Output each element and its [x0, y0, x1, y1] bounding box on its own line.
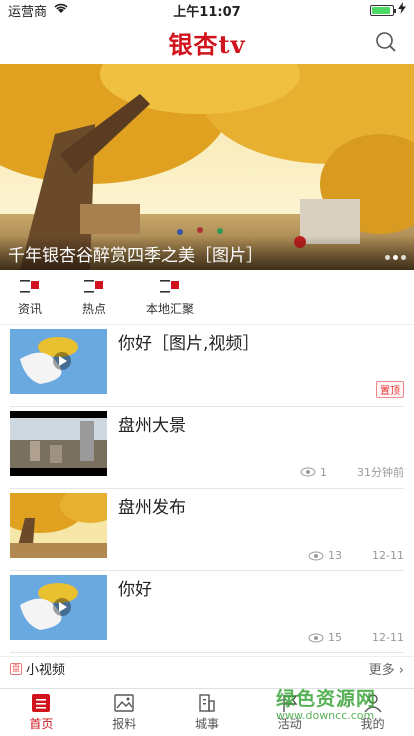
building-icon	[199, 694, 215, 712]
tab-city[interactable]: 城事	[166, 689, 249, 736]
views-count: 1	[320, 465, 327, 479]
views-count: 13	[328, 549, 343, 562]
news-item[interactable]: 你好［图片,视频］ 置顶	[10, 325, 404, 407]
short-video-title: 小视频	[26, 663, 66, 678]
tab-label: 我的	[360, 717, 385, 731]
hot-icon	[83, 278, 105, 294]
tab-label: 报料	[112, 717, 137, 731]
carrier-label: 运营商	[8, 4, 48, 20]
news-item[interactable]: 盘州发布 13 12-11	[10, 489, 404, 571]
battery-icon	[370, 4, 396, 16]
quick-nav-local[interactable]: 本地汇聚	[146, 272, 194, 324]
quick-nav-label: 本地汇聚	[146, 302, 195, 316]
search-icon[interactable]	[374, 30, 398, 54]
carousel-dot[interactable]	[393, 255, 398, 260]
eye-icon	[308, 633, 324, 642]
status-bar: 运营商 上午11:07	[0, 0, 414, 20]
local-icon	[159, 278, 181, 294]
quick-nav-news[interactable]: 资讯	[18, 272, 42, 324]
news-views: 13	[308, 549, 342, 562]
home-icon	[32, 694, 51, 712]
status-left: 运营商	[8, 1, 69, 20]
tab-label: 活动	[277, 717, 302, 731]
image-icon	[114, 694, 134, 712]
views-count: 15	[328, 631, 343, 644]
app-header: 银杏tv	[0, 20, 414, 64]
eye-icon	[300, 467, 316, 477]
quick-nav: 资讯 热点 本地汇聚	[0, 272, 414, 324]
news-thumbnail	[10, 493, 107, 558]
wifi-icon	[53, 2, 69, 18]
banner-caption: 千年银杏谷醉赏四季之美［图片］	[0, 236, 414, 270]
tab-profile[interactable]: 我的	[331, 689, 414, 736]
news-meta: 1 31分钟前	[300, 464, 404, 480]
carousel-dots	[385, 255, 406, 260]
short-video-header: 盘 小视频 更多 ›	[0, 656, 414, 680]
app-title: 银杏tv	[168, 29, 246, 59]
carousel-dot[interactable]	[401, 255, 406, 260]
tab-bar: 首页 报料 城事 活动 我的	[0, 688, 414, 736]
news-thumbnail	[10, 329, 107, 394]
news-time: 31分钟前	[357, 466, 404, 479]
news-meta: 15 12-11	[308, 631, 404, 644]
news-icon	[19, 278, 41, 294]
news-title: 你好［图片,视频］	[118, 334, 260, 354]
carousel-dot[interactable]	[385, 255, 390, 260]
more-link[interactable]: 更多 ›	[369, 659, 404, 678]
user-icon	[364, 694, 382, 713]
news-views: 15	[308, 631, 342, 644]
battery-fill	[372, 6, 390, 14]
quick-nav-hot[interactable]: 热点	[82, 272, 106, 324]
eye-icon	[308, 551, 324, 560]
news-thumbnail	[10, 575, 107, 640]
news-time: 12-11	[372, 631, 404, 644]
news-title: 你好	[118, 580, 152, 600]
quick-nav-label: 热点	[82, 302, 107, 316]
news-item[interactable]: 盘州大景 1 31分钟前	[10, 407, 404, 489]
tab-home[interactable]: 首页	[0, 689, 83, 736]
flag-icon	[283, 695, 298, 712]
quick-nav-label: 资讯	[18, 302, 43, 316]
tab-activity[interactable]: 活动	[248, 689, 331, 736]
news-list: 你好［图片,视频］ 置顶 盘州大景 1 31分钟前 盘州发布 13 12-11	[0, 325, 414, 653]
banner-carousel[interactable]: 千年银杏谷醉赏四季之美［图片］	[0, 64, 414, 270]
tab-label: 首页	[29, 717, 54, 731]
news-title: 盘州发布	[118, 498, 186, 518]
news-thumbnail	[10, 411, 107, 476]
pinned-badge: 置顶	[376, 381, 404, 398]
status-right	[370, 2, 406, 18]
tab-label: 城事	[194, 717, 219, 731]
charging-icon	[398, 2, 406, 18]
tab-report[interactable]: 报料	[83, 689, 166, 736]
short-video-icon: 盘	[10, 662, 22, 675]
news-item[interactable]: 你好 15 12-11	[10, 571, 404, 653]
news-meta: 13 12-11	[308, 549, 404, 562]
news-time: 12-11	[372, 549, 404, 562]
news-views: 1	[300, 466, 327, 479]
news-title: 盘州大景	[118, 416, 186, 436]
